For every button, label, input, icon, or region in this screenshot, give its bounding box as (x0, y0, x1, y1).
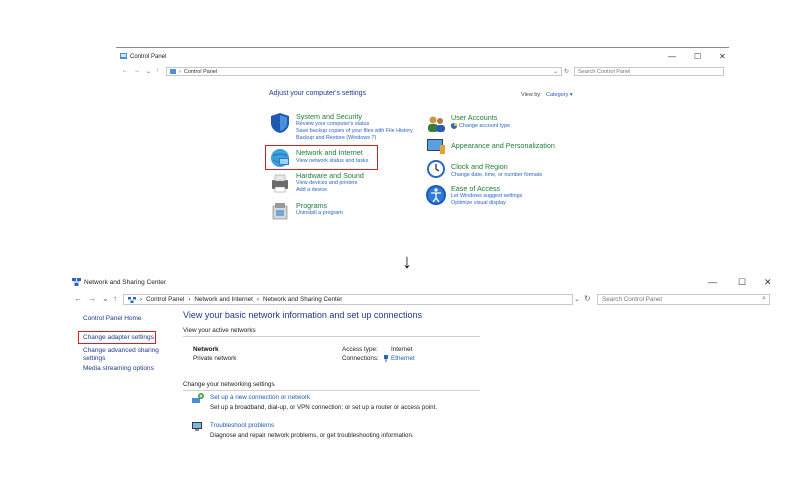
minimize-button[interactable]: — (668, 53, 676, 61)
active-networks-label: View your active networks (183, 327, 256, 334)
back-icon[interactable]: ← (122, 68, 128, 74)
search-icon[interactable]: ⌕ (762, 295, 766, 303)
sidebar-change-advanced-sharing[interactable]: Change advanced sharing settings (83, 347, 163, 363)
printer-icon (272, 174, 288, 193)
ethernet-link[interactable]: Ethernet (391, 355, 415, 362)
down-arrow: ↓ (402, 251, 412, 273)
breadcrumb-separator: › (140, 296, 143, 303)
setup-connection-icon (192, 393, 204, 403)
category-user-accounts[interactable]: User Accounts (451, 113, 497, 122)
breadcrumb-network-sharing[interactable]: Network and Sharing Center (263, 296, 342, 303)
sidebar-media-streaming[interactable]: Media streaming options (83, 365, 154, 373)
programs-icon (272, 203, 288, 220)
breadcrumb-separator: › (256, 296, 259, 303)
clock-icon (427, 160, 445, 178)
link-view-network-status[interactable]: View network status and tasks (296, 158, 368, 165)
up-icon[interactable]: ↑ (156, 68, 159, 74)
troubleshoot-icon (192, 422, 202, 431)
view-by-dropdown[interactable]: Category ▾ (546, 92, 573, 98)
link-change-date-formats[interactable]: Change date, time, or number formats (451, 172, 542, 179)
troubleshoot-link[interactable]: Troubleshoot problems (210, 422, 274, 429)
network-type: Private network (193, 355, 237, 362)
setup-connection-desc: Set up a broadband, dial-up, or VPN conn… (210, 404, 438, 411)
access-type-label: Access type: (342, 346, 378, 353)
sidebar-change-adapter-settings[interactable]: Change adapter settings (83, 334, 154, 342)
breadcrumb-network-internet[interactable]: Network and Internet (194, 296, 252, 303)
control-panel-window: Control Panel — ☐ ✕ ← → ⌄ ↑ › Control Pa… (116, 47, 729, 237)
recent-icon[interactable]: ⌄ (102, 294, 109, 303)
address-bar[interactable]: › Control Panel (166, 67, 562, 76)
change-settings-label: Change your networking settings (183, 381, 275, 388)
search-input[interactable]: Search Control Panel (597, 294, 770, 305)
uac-shield-icon (451, 123, 457, 129)
control-panel-icon (120, 53, 127, 59)
view-by-label: View by: (521, 92, 542, 98)
network-globe-icon (271, 149, 289, 167)
link-optimize-display[interactable]: Optimize visual display (451, 200, 506, 207)
breadcrumb-separator: › (188, 296, 191, 303)
window-title: Network and Sharing Center (84, 279, 167, 286)
address-dropdown-icon[interactable]: ⌄ (574, 295, 580, 303)
network-name: Network (193, 346, 219, 353)
category-ease-of-access[interactable]: Ease of Access (451, 184, 500, 193)
user-accounts-icon (428, 116, 445, 132)
sidebar-control-panel-home[interactable]: Control Panel Home (83, 315, 142, 323)
minimize-button[interactable]: — (708, 278, 717, 287)
forward-icon[interactable]: → (134, 68, 140, 74)
up-icon[interactable]: ↑ (113, 294, 117, 303)
category-hardware-sound[interactable]: Hardware and Sound (296, 171, 364, 180)
category-system-security[interactable]: System and Security (296, 112, 362, 121)
ease-of-access-icon (426, 185, 446, 205)
link-uninstall-program[interactable]: Uninstall a program (296, 210, 343, 217)
link-windows-suggest[interactable]: Let Windows suggest settings (451, 193, 522, 200)
search-input[interactable]: Search Control Panel (574, 67, 724, 76)
link-review-status[interactable]: Review your computer's status (296, 121, 369, 128)
shield-icon (271, 113, 289, 133)
window-title: Control Panel (130, 54, 167, 60)
link-change-account-type[interactable]: Change account type (459, 123, 510, 130)
link-file-history[interactable]: Save backup copies of your files with Fi… (296, 128, 413, 135)
troubleshoot-desc: Diagnose and repair network problems, or… (210, 432, 414, 439)
category-clock-region[interactable]: Clock and Region (451, 162, 508, 171)
appearance-icon (427, 139, 445, 154)
back-icon[interactable]: ← (74, 294, 82, 303)
maximize-button[interactable]: ☐ (738, 278, 746, 287)
network-folder-icon (128, 296, 136, 303)
breadcrumb-separator: › (179, 68, 181, 75)
setup-connection-link[interactable]: Set up a new connection or network (210, 394, 310, 401)
category-network-internet[interactable]: Network and Internet (296, 148, 363, 157)
link-view-devices[interactable]: View devices and printers (296, 180, 357, 187)
ethernet-icon (384, 355, 388, 362)
refresh-icon[interactable]: ↻ (584, 294, 591, 303)
breadcrumb-control-panel[interactable]: Control Panel (184, 69, 217, 75)
network-sharing-window: Network and Sharing Center — ☐ ✕ ← → ⌄ ↑… (66, 274, 778, 484)
recent-icon[interactable]: ⌄ (146, 68, 151, 75)
divider (183, 390, 480, 391)
page-heading: View your basic network information and … (183, 310, 422, 320)
access-type-value: Internet (391, 346, 413, 353)
category-appearance[interactable]: Appearance and Personalization (451, 141, 555, 150)
refresh-icon[interactable]: ↻ (564, 68, 569, 75)
address-bar[interactable]: › Control Panel › Network and Internet ›… (123, 294, 573, 305)
divider (183, 336, 480, 337)
folder-icon (170, 69, 176, 74)
page-heading: Adjust your computer's settings (269, 90, 367, 97)
category-programs[interactable]: Programs (296, 201, 327, 210)
breadcrumb-control-panel[interactable]: Control Panel (146, 296, 184, 303)
address-dropdown-icon[interactable]: ⌄ (553, 68, 558, 75)
maximize-button[interactable]: ☐ (694, 53, 701, 61)
close-button[interactable]: ✕ (764, 278, 772, 287)
close-button[interactable]: ✕ (719, 53, 726, 61)
network-center-icon (72, 278, 81, 286)
connections-label: Connections: (342, 355, 379, 362)
forward-icon[interactable]: → (88, 294, 96, 303)
link-add-device[interactable]: Add a device (296, 187, 327, 194)
link-backup-restore[interactable]: Backup and Restore (Windows 7) (296, 135, 376, 142)
